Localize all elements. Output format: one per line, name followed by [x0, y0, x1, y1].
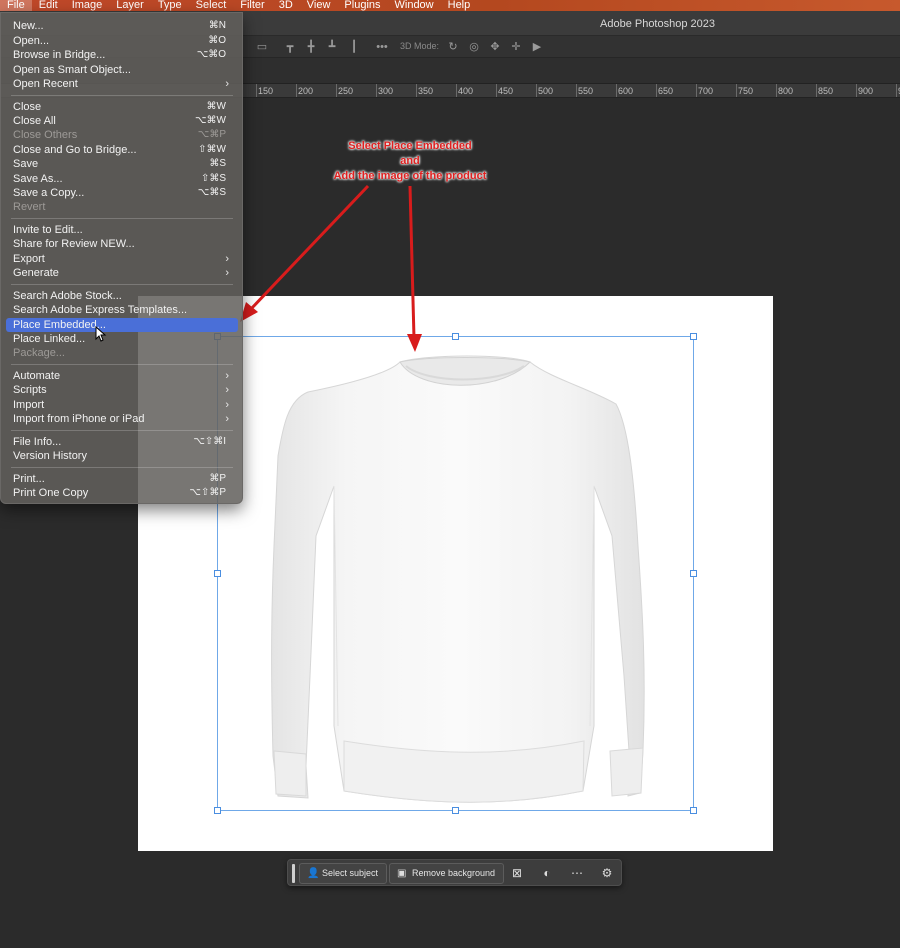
menu-item-save-a-copy[interactable]: Save a Copy... ⌥⌘S — [6, 186, 238, 200]
submenu-arrow-icon: › — [225, 78, 229, 90]
menu-item-invite-to-edit[interactable]: Invite to Edit... — [6, 223, 238, 237]
remove-background-button[interactable]: ▣ Remove background — [389, 863, 505, 884]
menu-item-open[interactable]: Open... ⌘O — [6, 34, 238, 48]
menu-separator — [11, 218, 233, 219]
menu-item-search-express-templates[interactable]: Search Adobe Express Templates... — [6, 303, 238, 317]
menu-item-save[interactable]: Save ⌘S — [6, 157, 238, 171]
menu-item-version-history[interactable]: Version History — [6, 449, 238, 463]
menu-item-browse-in-bridge[interactable]: Browse in Bridge... ⌥⌘O — [6, 48, 238, 62]
menu-item-close[interactable]: Close ⌘W — [6, 100, 238, 114]
contextual-task-bar: 👤 Select subject ▣ Remove background ⊠ ◐… — [287, 859, 622, 886]
menu-item-export[interactable]: Export › — [6, 252, 238, 266]
adjustment-icon[interactable]: ◐ — [539, 865, 555, 881]
submenu-arrow-icon: › — [225, 413, 229, 425]
menu-separator — [11, 364, 233, 365]
submenu-arrow-icon: › — [225, 370, 229, 382]
menu-separator — [11, 284, 233, 285]
submenu-arrow-icon: › — [225, 384, 229, 396]
menu-item-print[interactable]: Print... ⌘P — [6, 472, 238, 486]
menu-item-search-adobe-stock[interactable]: Search Adobe Stock... — [6, 289, 238, 303]
file-menu: New... ⌘N Open... ⌘O Browse in Bridge... ⌥⌘… — [0, 12, 243, 504]
submenu-arrow-icon: › — [225, 267, 229, 279]
menu-item-import-from-iphone[interactable]: Import from iPhone or iPad › — [6, 412, 238, 426]
menu-item-open-as-smart-object[interactable]: Open as Smart Object... — [6, 63, 238, 77]
menu-item-new[interactable]: New... ⌘N — [6, 19, 238, 33]
settings-sliders-icon[interactable]: ⚙ — [599, 865, 615, 881]
person-icon: 👤 — [307, 868, 320, 879]
menu-item-print-one-copy[interactable]: Print One Copy ⌥⇧⌘P — [6, 486, 238, 500]
select-subject-button[interactable]: 👤 Select subject — [299, 863, 388, 884]
menu-item-generate[interactable]: Generate › — [6, 266, 238, 280]
menu-separator — [11, 95, 233, 96]
menu-item-close-and-go-to-bridge[interactable]: Close and Go to Bridge... ⇧⌘W — [6, 143, 238, 157]
menu-item-open-recent[interactable]: Open Recent › — [6, 77, 238, 91]
menu-item-revert: Revert — [13, 201, 46, 213]
menu-separator — [11, 430, 233, 431]
menu-item-automate[interactable]: Automate › — [6, 369, 238, 383]
menu-item-file-info[interactable]: File Info... ⌥⇧⌘I — [6, 435, 238, 449]
menu-item-share-for-review[interactable]: Share for Review NEW... — [6, 237, 238, 251]
submenu-arrow-icon: › — [225, 253, 229, 265]
transform-icon[interactable]: ⊠ — [509, 865, 525, 881]
menu-item-package: Package... — [13, 347, 65, 359]
menu-item-close-others: Close Others ⌥⌘P — [13, 129, 226, 141]
more-options-icon[interactable]: ⋯ — [569, 865, 585, 881]
menu-item-save-as[interactable]: Save As... ⇧⌘S — [6, 172, 238, 186]
image-icon: ▣ — [397, 868, 407, 879]
menu-item-place-embedded[interactable]: Place Embedded... — [6, 318, 238, 332]
menu-item-place-linked[interactable]: Place Linked... — [6, 332, 238, 346]
menu-item-import[interactable]: Import › — [6, 398, 238, 412]
mouse-pointer-icon — [95, 326, 107, 342]
menu-item-close-all[interactable]: Close All ⌥⌘W — [6, 114, 238, 128]
taskbar-drag-handle[interactable] — [292, 864, 295, 883]
menu-item-scripts[interactable]: Scripts › — [6, 383, 238, 397]
submenu-arrow-icon: › — [225, 399, 229, 411]
menu-separator — [11, 467, 233, 468]
